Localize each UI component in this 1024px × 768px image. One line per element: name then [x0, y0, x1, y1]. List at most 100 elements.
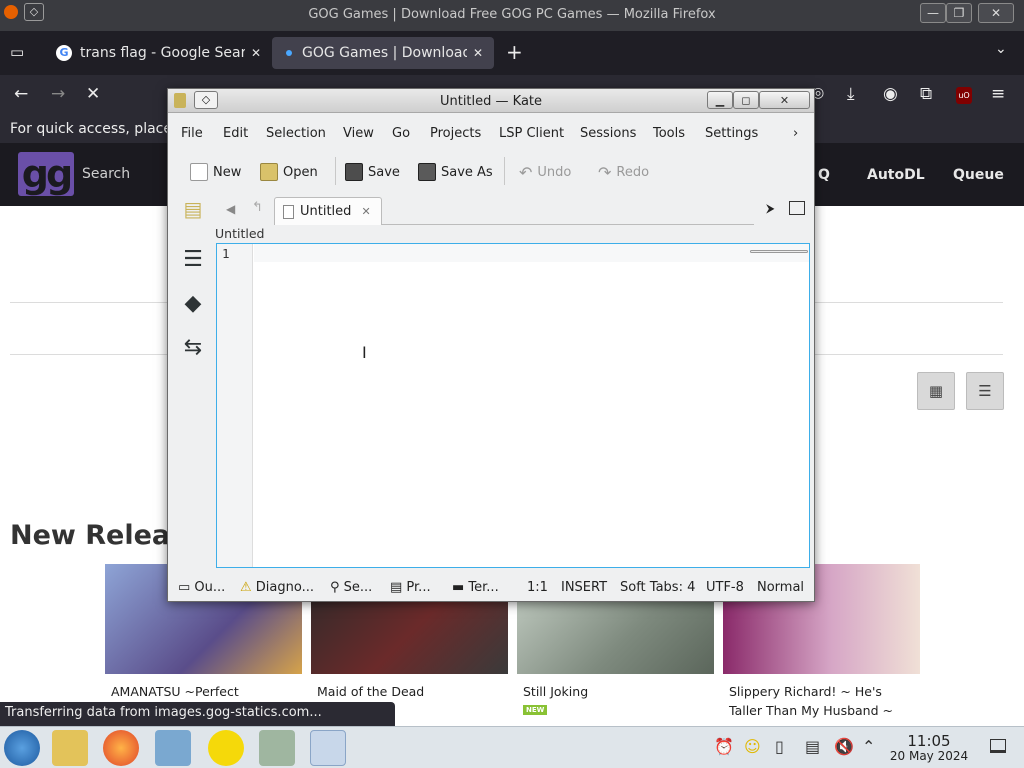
kate-left-sidebar: ▤ ☰ ◆ ⇆ — [168, 195, 216, 565]
menu-file[interactable]: File — [181, 126, 203, 141]
editor-area[interactable]: 1 — [216, 243, 810, 568]
nav-autodl[interactable]: AutoDL — [867, 167, 925, 183]
undo-button[interactable]: ↶ Undo — [519, 163, 571, 182]
encoding[interactable]: UTF-8 — [706, 580, 744, 595]
maximize-button[interactable]: ◻ — [733, 91, 759, 109]
git-icon[interactable]: ◆ — [179, 289, 207, 317]
game-title: Slippery Richard! ~ He's Taller Than My … — [729, 684, 893, 718]
start-menu-icon[interactable] — [4, 730, 40, 766]
emoji-tray-icon[interactable]: ☺ — [744, 737, 761, 756]
nav-faq[interactable]: Q — [818, 167, 830, 183]
forward-arrow-icon[interactable]: → — [51, 84, 65, 104]
menu-view[interactable]: View — [343, 126, 374, 141]
cursor-position[interactable]: 1:1 — [527, 580, 548, 595]
current-line-highlight — [254, 244, 809, 262]
close-tab-icon[interactable]: ✕ — [473, 46, 483, 60]
document-tab[interactable]: Untitled ✕ — [274, 197, 382, 225]
storage-icon[interactable]: ▤ — [805, 737, 820, 756]
kate-titlebar[interactable]: ◇ Untitled — Kate ▁ ◻ ✕ — [168, 89, 814, 113]
breadcrumb[interactable]: Untitled — [215, 226, 264, 241]
minimize-button[interactable]: ▁ — [707, 91, 733, 109]
clock-date[interactable]: 20 May 2024 — [886, 749, 972, 763]
ublock-icon[interactable]: uO — [956, 87, 972, 104]
menu-projects[interactable]: Projects — [430, 126, 481, 141]
save-icon — [345, 163, 363, 181]
tab-gog-games[interactable]: GOG Games | Download ✕ — [272, 37, 494, 69]
gog-logo[interactable]: gg — [18, 152, 74, 196]
volume-muted-icon[interactable]: 🔇 — [834, 737, 854, 756]
kate-window: ◇ Untitled — Kate ▁ ◻ ✕ File Edit Select… — [167, 88, 815, 602]
toolbar-separator — [504, 157, 505, 185]
save-as-button[interactable]: Save As — [418, 163, 493, 181]
menu-sessions[interactable]: Sessions — [580, 126, 636, 141]
file-manager-icon[interactable] — [52, 730, 88, 766]
clock-time[interactable]: 11:05 — [890, 732, 968, 750]
output-panel-button[interactable]: ▭ Ou... — [178, 580, 225, 595]
tab-back-icon[interactable]: ◀ — [226, 202, 235, 216]
tab-google-search[interactable]: G trans flag - Google Searc ✕ — [44, 37, 266, 69]
redo-button[interactable]: ↷ Redo — [598, 163, 649, 182]
system-settings-icon[interactable] — [155, 730, 191, 766]
diagnostics-panel-button[interactable]: ⚠ Diagno... — [240, 580, 314, 595]
firefox-icon[interactable] — [103, 730, 139, 766]
tab-history-icon[interactable]: ↰ — [252, 200, 263, 215]
syntax-mode[interactable]: Normal — [757, 580, 804, 595]
tab-label: GOG Games | Download — [302, 45, 467, 61]
new-button[interactable]: New — [190, 163, 241, 181]
tabbar-underline — [382, 224, 754, 225]
documents-icon[interactable]: ▤ — [179, 195, 207, 223]
close-button[interactable]: ✕ — [978, 3, 1014, 23]
tab-overview-icon[interactable]: ▭ — [10, 43, 24, 61]
menu-overflow-icon[interactable]: › — [793, 126, 798, 141]
split-view-icon[interactable] — [789, 201, 805, 215]
stop-icon[interactable]: ✕ — [86, 84, 100, 104]
kate-taskbar-icon[interactable] — [310, 730, 346, 766]
clipboard-icon[interactable]: ▯ — [775, 737, 784, 756]
menu-tools[interactable]: Tools — [653, 126, 685, 141]
terminal-panel-button[interactable]: ▬ Ter... — [452, 580, 499, 595]
firefox-tabbar: ▭ G trans flag - Google Searc ✕ GOG Game… — [0, 31, 1024, 75]
new-tab-icon[interactable]: + — [506, 40, 523, 64]
close-tab-icon[interactable]: ✕ — [361, 205, 370, 218]
site-search-placeholder[interactable]: Search — [82, 166, 130, 182]
projects-icon[interactable]: ⇆ — [179, 333, 207, 361]
quick-open-icon[interactable]: ⮞ — [766, 201, 775, 216]
extensions-icon[interactable]: ⧉ — [920, 84, 932, 104]
menu-lsp-client[interactable]: LSP Client — [499, 126, 564, 141]
download-icon[interactable]: ⤓ — [847, 84, 855, 104]
emoji-app-icon[interactable] — [208, 730, 244, 766]
menu-selection[interactable]: Selection — [266, 126, 326, 141]
menu-go[interactable]: Go — [392, 126, 410, 141]
line-number-gutter: 1 — [217, 244, 253, 567]
indentation-settings[interactable]: Soft Tabs: 4 — [620, 580, 695, 595]
close-tab-icon[interactable]: ✕ — [251, 46, 261, 60]
toolbar-separator — [335, 157, 336, 185]
save-button[interactable]: Save — [345, 163, 400, 181]
show-desktop-icon[interactable] — [990, 739, 1006, 753]
list-view-button[interactable]: ☰ — [966, 372, 1004, 410]
show-hidden-icons-icon[interactable]: ⌃ — [862, 737, 875, 756]
document-list-icon[interactable]: ☰ — [179, 245, 207, 273]
bookmarks-hint: For quick access, place — [10, 121, 172, 137]
menu-icon[interactable]: ≡ — [991, 84, 1005, 104]
redo-icon: ↷ — [598, 163, 612, 182]
search-panel-button[interactable]: ⚲ Se... — [330, 580, 372, 595]
back-arrow-icon[interactable]: ← — [14, 84, 28, 104]
minimize-button[interactable]: — — [920, 3, 946, 23]
notifications-icon[interactable]: ⏰ — [714, 737, 734, 756]
list-all-tabs-icon[interactable]: ⌄ — [995, 41, 1007, 57]
close-button[interactable]: ✕ — [759, 91, 810, 109]
open-button[interactable]: Open — [260, 163, 318, 181]
archive-app-icon[interactable] — [259, 730, 295, 766]
nav-queue[interactable]: Queue — [953, 167, 1004, 183]
firefox-titlebar: ◇ GOG Games | Download Free GOG PC Games… — [0, 0, 1024, 31]
account-icon[interactable]: ◉ — [883, 84, 898, 104]
grid-view-button[interactable]: ▦ — [917, 372, 955, 410]
input-mode[interactable]: INSERT — [561, 580, 607, 595]
minimap[interactable] — [750, 250, 808, 253]
menu-settings[interactable]: Settings — [705, 126, 758, 141]
maximize-button[interactable]: ❐ — [946, 3, 972, 23]
menu-edit[interactable]: Edit — [223, 126, 248, 141]
projects-panel-button[interactable]: ▤ Pr... — [390, 580, 431, 595]
open-folder-icon — [260, 163, 278, 181]
